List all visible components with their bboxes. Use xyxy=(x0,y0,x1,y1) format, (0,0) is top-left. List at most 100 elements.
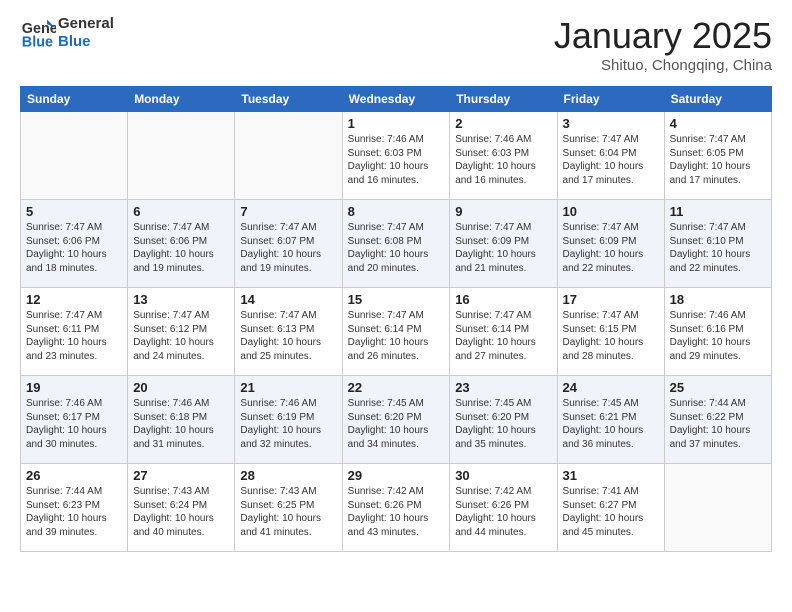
calendar-cell: 13 Sunrise: 7:47 AM Sunset: 6:12 PM Dayli… xyxy=(128,288,235,376)
day-info: Sunrise: 7:47 AM Sunset: 6:08 PM Dayligh… xyxy=(348,221,445,275)
header-row: Sunday Monday Tuesday Wednesday Thursday… xyxy=(21,87,772,112)
calendar-cell xyxy=(128,112,235,200)
day-info: Sunrise: 7:47 AM Sunset: 6:13 PM Dayligh… xyxy=(240,309,336,363)
day-info: Sunrise: 7:44 AM Sunset: 6:22 PM Dayligh… xyxy=(670,397,766,451)
calendar-cell: 2 Sunrise: 7:46 AM Sunset: 6:03 PM Daylig… xyxy=(450,112,557,200)
calendar-cell: 10Sunrise: 7:47 AM Sunset: 6:09 PM Dayli… xyxy=(557,200,664,288)
day-info: Sunrise: 7:45 AM Sunset: 6:20 PM Dayligh… xyxy=(455,397,551,451)
calendar-cell: 1 Sunrise: 7:46 AM Sunset: 6:03 PM Daylig… xyxy=(342,112,450,200)
day-number: 19 xyxy=(26,380,122,395)
day-info: Sunrise: 7:47 AM Sunset: 6:10 PM Dayligh… xyxy=(670,221,766,275)
day-info: Sunrise: 7:46 AM Sunset: 6:18 PM Dayligh… xyxy=(133,397,229,451)
calendar-cell: 17Sunrise: 7:47 AM Sunset: 6:15 PM Dayli… xyxy=(557,288,664,376)
calendar-cell: 23 Sunrise: 7:45 AM Sunset: 6:20 PM Dayli… xyxy=(450,376,557,464)
day-number: 9 xyxy=(455,204,551,219)
col-monday: Monday xyxy=(128,87,235,112)
col-friday: Friday xyxy=(557,87,664,112)
day-info: Sunrise: 7:43 AM Sunset: 6:24 PM Dayligh… xyxy=(133,485,229,539)
calendar-cell: 9 Sunrise: 7:47 AM Sunset: 6:09 PM Daylig… xyxy=(450,200,557,288)
day-info: Sunrise: 7:47 AM Sunset: 6:14 PM Dayligh… xyxy=(348,309,445,363)
calendar-cell: 19 Sunrise: 7:46 AM Sunset: 6:17 PM Dayli… xyxy=(21,376,128,464)
day-info: Sunrise: 7:46 AM Sunset: 6:19 PM Dayligh… xyxy=(240,397,336,451)
day-info: Sunrise: 7:45 AM Sunset: 6:20 PM Dayligh… xyxy=(348,397,445,451)
calendar-cell: 6 Sunrise: 7:47 AM Sunset: 6:06 PM Daylig… xyxy=(128,200,235,288)
day-info: Sunrise: 7:47 AM Sunset: 6:09 PM Dayligh… xyxy=(563,221,659,275)
col-sunday: Sunday xyxy=(21,87,128,112)
day-info: Sunrise: 7:47 AM Sunset: 6:06 PM Dayligh… xyxy=(133,221,229,275)
day-info: Sunrise: 7:47 AM Sunset: 6:05 PM Dayligh… xyxy=(670,133,766,187)
week-row-5: 26 Sunrise: 7:44 AM Sunset: 6:23 PM Dayli… xyxy=(21,464,772,552)
day-number: 13 xyxy=(133,292,229,307)
logo-general: General xyxy=(58,15,114,33)
calendar-cell: 11 Sunrise: 7:47 AM Sunset: 6:10 PM Dayli… xyxy=(664,200,771,288)
day-info: Sunrise: 7:44 AM Sunset: 6:23 PM Dayligh… xyxy=(26,485,122,539)
logo: General Blue General Blue xyxy=(20,15,114,51)
col-tuesday: Tuesday xyxy=(235,87,342,112)
calendar-cell: 22 Sunrise: 7:45 AM Sunset: 6:20 PM Dayli… xyxy=(342,376,450,464)
day-number: 8 xyxy=(348,204,445,219)
day-number: 18 xyxy=(670,292,766,307)
day-number: 5 xyxy=(26,204,122,219)
calendar-cell: 18Sunrise: 7:46 AM Sunset: 6:16 PM Dayli… xyxy=(664,288,771,376)
calendar-cell: 27Sunrise: 7:43 AM Sunset: 6:24 PM Dayli… xyxy=(128,464,235,552)
calendar-cell: 4 Sunrise: 7:47 AM Sunset: 6:05 PM Daylig… xyxy=(664,112,771,200)
calendar-header: Sunday Monday Tuesday Wednesday Thursday… xyxy=(21,87,772,112)
day-number: 11 xyxy=(670,204,766,219)
week-row-3: 12Sunrise: 7:47 AM Sunset: 6:11 PM Dayli… xyxy=(21,288,772,376)
day-number: 7 xyxy=(240,204,336,219)
col-saturday: Saturday xyxy=(664,87,771,112)
day-number: 16 xyxy=(455,292,551,307)
calendar-cell: 3 Sunrise: 7:47 AM Sunset: 6:04 PM Daylig… xyxy=(557,112,664,200)
calendar-cell xyxy=(664,464,771,552)
day-info: Sunrise: 7:47 AM Sunset: 6:12 PM Dayligh… xyxy=(133,309,229,363)
day-info: Sunrise: 7:47 AM Sunset: 6:04 PM Dayligh… xyxy=(563,133,659,187)
calendar-cell: 29Sunrise: 7:42 AM Sunset: 6:26 PM Dayli… xyxy=(342,464,450,552)
day-info: Sunrise: 7:47 AM Sunset: 6:09 PM Dayligh… xyxy=(455,221,551,275)
col-thursday: Thursday xyxy=(450,87,557,112)
day-number: 3 xyxy=(563,116,659,131)
day-info: Sunrise: 7:46 AM Sunset: 6:17 PM Dayligh… xyxy=(26,397,122,451)
calendar-cell: 25Sunrise: 7:44 AM Sunset: 6:22 PM Dayli… xyxy=(664,376,771,464)
day-number: 22 xyxy=(348,380,445,395)
day-number: 14 xyxy=(240,292,336,307)
day-number: 15 xyxy=(348,292,445,307)
svg-text:Blue: Blue xyxy=(22,35,53,51)
week-row-4: 19 Sunrise: 7:46 AM Sunset: 6:17 PM Dayli… xyxy=(21,376,772,464)
logo-icon: General Blue xyxy=(20,15,56,51)
calendar-cell xyxy=(235,112,342,200)
day-info: Sunrise: 7:42 AM Sunset: 6:26 PM Dayligh… xyxy=(348,485,445,539)
day-number: 20 xyxy=(133,380,229,395)
title-block: January 2025 Shituo, Chongqing, China xyxy=(554,15,772,74)
header: General Blue General Blue January 2025 S… xyxy=(20,15,772,74)
day-info: Sunrise: 7:47 AM Sunset: 6:07 PM Dayligh… xyxy=(240,221,336,275)
day-info: Sunrise: 7:47 AM Sunset: 6:15 PM Dayligh… xyxy=(563,309,659,363)
calendar-body: 1 Sunrise: 7:46 AM Sunset: 6:03 PM Daylig… xyxy=(21,112,772,552)
day-number: 26 xyxy=(26,468,122,483)
day-number: 2 xyxy=(455,116,551,131)
day-info: Sunrise: 7:41 AM Sunset: 6:27 PM Dayligh… xyxy=(563,485,659,539)
calendar-cell: 24Sunrise: 7:45 AM Sunset: 6:21 PM Dayli… xyxy=(557,376,664,464)
page: General Blue General Blue January 2025 S… xyxy=(0,0,792,612)
col-wednesday: Wednesday xyxy=(342,87,450,112)
day-number: 23 xyxy=(455,380,551,395)
week-row-2: 5 Sunrise: 7:47 AM Sunset: 6:06 PM Daylig… xyxy=(21,200,772,288)
calendar-cell: 28Sunrise: 7:43 AM Sunset: 6:25 PM Dayli… xyxy=(235,464,342,552)
day-number: 1 xyxy=(348,116,445,131)
calendar-cell: 31 Sunrise: 7:41 AM Sunset: 6:27 PM Dayli… xyxy=(557,464,664,552)
day-number: 30 xyxy=(455,468,551,483)
day-info: Sunrise: 7:43 AM Sunset: 6:25 PM Dayligh… xyxy=(240,485,336,539)
week-row-1: 1 Sunrise: 7:46 AM Sunset: 6:03 PM Daylig… xyxy=(21,112,772,200)
day-info: Sunrise: 7:45 AM Sunset: 6:21 PM Dayligh… xyxy=(563,397,659,451)
day-info: Sunrise: 7:46 AM Sunset: 6:03 PM Dayligh… xyxy=(455,133,551,187)
day-number: 21 xyxy=(240,380,336,395)
calendar-cell: 5Sunrise: 7:47 AM Sunset: 6:06 PM Daylig… xyxy=(21,200,128,288)
calendar-cell: 12Sunrise: 7:47 AM Sunset: 6:11 PM Dayli… xyxy=(21,288,128,376)
day-number: 4 xyxy=(670,116,766,131)
day-number: 31 xyxy=(563,468,659,483)
day-number: 6 xyxy=(133,204,229,219)
day-info: Sunrise: 7:46 AM Sunset: 6:03 PM Dayligh… xyxy=(348,133,445,187)
calendar-cell: 20 Sunrise: 7:46 AM Sunset: 6:18 PM Dayli… xyxy=(128,376,235,464)
calendar-cell: 15 Sunrise: 7:47 AM Sunset: 6:14 PM Dayli… xyxy=(342,288,450,376)
calendar-subtitle: Shituo, Chongqing, China xyxy=(554,57,772,74)
calendar-cell: 7 Sunrise: 7:47 AM Sunset: 6:07 PM Daylig… xyxy=(235,200,342,288)
